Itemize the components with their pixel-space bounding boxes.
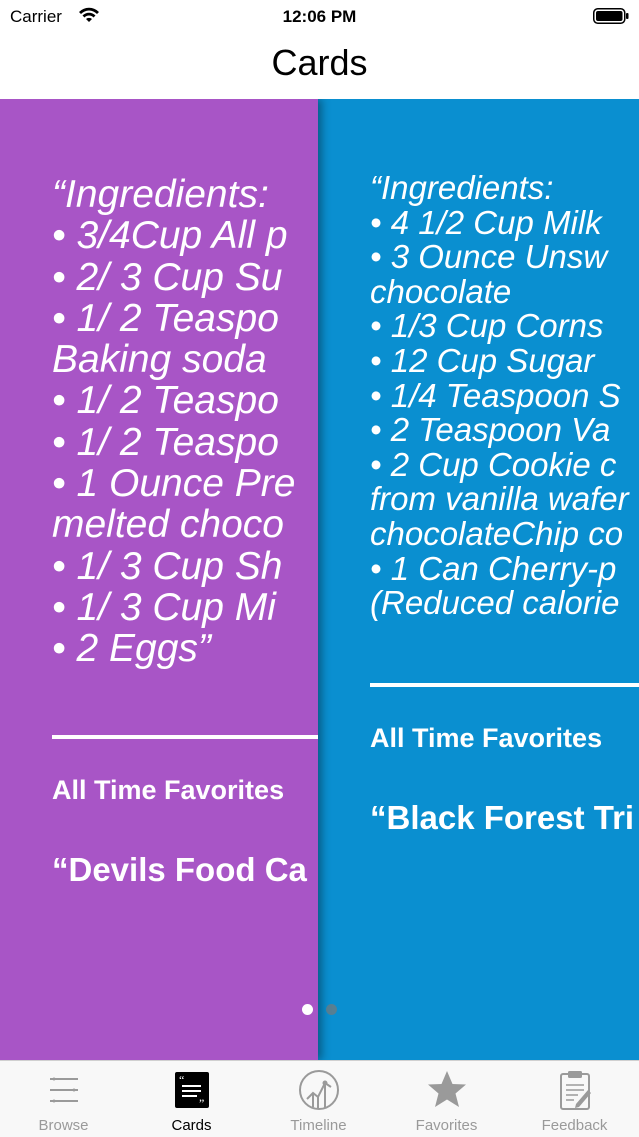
tab-cards[interactable]: “ ” Cards <box>128 1061 255 1137</box>
svg-text:“: “ <box>179 1073 184 1087</box>
clipboard-icon <box>560 1071 591 1110</box>
page-indicator[interactable] <box>0 1004 639 1018</box>
ingredients-text: “Ingredients: • 4 1/2 Cup Milk • 3 Ounce… <box>370 169 629 622</box>
card-category: All Time Favorites <box>370 723 603 753</box>
card-category: All Time Favorites <box>52 775 285 805</box>
status-bar: Carrier 12:06 PM <box>0 0 639 32</box>
navigation-bar: Cards <box>0 32 639 98</box>
card-divider <box>370 683 639 687</box>
tab-label: Cards <box>171 1117 212 1134</box>
tab-label: Favorites <box>415 1117 478 1134</box>
tab-label: Browse <box>38 1117 89 1134</box>
page-title: Cards <box>271 42 368 83</box>
card-divider <box>52 735 318 739</box>
quote-card-icon: “ ” <box>175 1072 209 1110</box>
tab-feedback[interactable]: Feedback <box>511 1061 638 1137</box>
battery-icon <box>593 8 629 24</box>
ingredients-text: “Ingredients: • 3/4Cup All p • 2/ 3 Cup … <box>52 173 296 671</box>
tab-label: Feedback <box>541 1117 608 1134</box>
tab-timeline[interactable]: Timeline <box>255 1061 382 1137</box>
star-icon <box>428 1071 466 1107</box>
tab-favorites[interactable]: Favorites <box>383 1061 510 1137</box>
recipe-card[interactable]: “Ingredients: • 3/4Cup All p • 2/ 3 Cup … <box>0 99 318 1060</box>
clock-label: 12:06 PM <box>282 7 357 26</box>
card-title: “Devils Food Ca <box>52 851 307 888</box>
tab-label: Timeline <box>290 1117 347 1134</box>
page-dot-active[interactable] <box>302 1004 313 1015</box>
tab-browse[interactable]: Browse <box>0 1061 127 1137</box>
page-dot[interactable] <box>326 1004 337 1015</box>
tab-bar: Browse “ ” Cards Timeline Favorites Feed… <box>0 1060 639 1137</box>
card-pager[interactable]: “Ingredients: • 3/4Cup All p • 2/ 3 Cup … <box>0 99 639 1060</box>
list-icon <box>50 1077 78 1103</box>
card-title: “Black Forest Tri <box>370 799 635 836</box>
svg-text:”: ” <box>199 1096 204 1110</box>
timeline-chart-icon <box>299 1070 339 1110</box>
recipe-card[interactable]: “Ingredients: • 4 1/2 Cup Milk • 3 Ounce… <box>318 99 639 1060</box>
